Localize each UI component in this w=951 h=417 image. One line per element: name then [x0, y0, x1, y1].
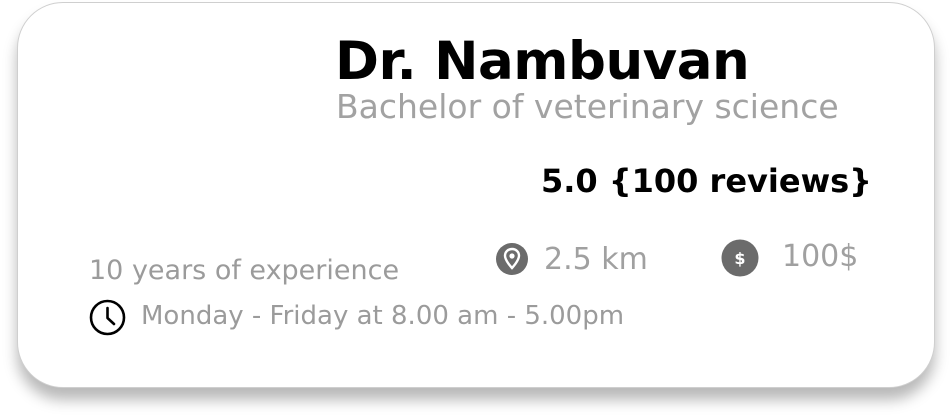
clock-icon — [89, 299, 126, 336]
experience-text: 10 years of experience — [89, 255, 400, 286]
distance-value: 2.5 km — [544, 242, 648, 277]
svg-text:$: $ — [734, 249, 745, 268]
dollar-coin-icon: $ — [721, 239, 759, 277]
doctor-card[interactable]: Dr. Nambuvan Bachelor of veterinary scie… — [17, 2, 935, 388]
working-hours: Monday - Friday at 8.00 am - 5.00pm — [141, 301, 625, 331]
price-value: 100$ — [782, 239, 859, 274]
rating-summary: 5.0 {100 reviews} — [541, 162, 872, 200]
location-pin-icon — [495, 242, 529, 276]
doctor-degree: Bachelor of veterinary science — [336, 87, 839, 126]
doctor-name: Dr. Nambuvan — [335, 31, 750, 92]
